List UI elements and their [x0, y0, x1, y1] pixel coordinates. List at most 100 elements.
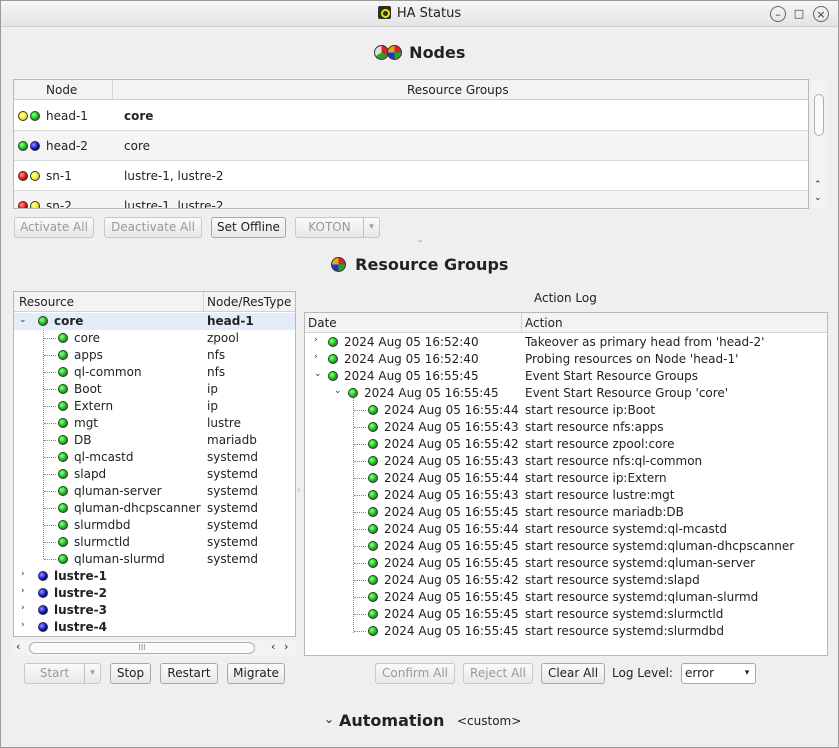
tree-resource-row[interactable]: qluman-dhcpscanner systemd [14, 500, 295, 517]
nodes-table-row[interactable]: head-1 core [14, 101, 808, 131]
automation-value: <custom> [457, 714, 522, 728]
node-status-icon [18, 141, 28, 151]
log-entry[interactable]: 2024 Aug 05 16:55:45 start resource syste… [305, 606, 827, 623]
resource-column-header[interactable]: Resource [19, 295, 74, 309]
tree-resource-row[interactable]: slurmdbd systemd [14, 517, 295, 534]
tree-resource-row[interactable]: DB mariadb [14, 432, 295, 449]
tree-group-row[interactable]: › lustre-4 [14, 619, 295, 636]
tree-resource-row[interactable]: Extern ip [14, 398, 295, 415]
log-date: 2024 Aug 05 16:55:44 [384, 471, 519, 485]
restart-button[interactable]: Restart [160, 663, 218, 684]
log-entry[interactable]: 2024 Aug 05 16:55:45 start resource syste… [305, 555, 827, 572]
resource-type: systemd [207, 501, 258, 515]
tree-resource-row[interactable]: core zpool [14, 330, 295, 347]
scroll-up-icon[interactable]: ⌃ [814, 180, 822, 190]
chevron-down-icon[interactable]: ⌄ [324, 712, 334, 726]
tree-resource-row[interactable]: slurmctld systemd [14, 534, 295, 551]
status-icon [58, 469, 68, 479]
minimize-button[interactable]: – [770, 6, 786, 22]
splitter-handle[interactable]: ⌃ [417, 239, 424, 248]
maximize-button[interactable]: □ [791, 6, 807, 22]
scroll-right-icon[interactable]: › [284, 640, 288, 653]
log-entry[interactable]: 2024 Aug 05 16:55:45 start resource maria… [305, 504, 827, 521]
log-entry[interactable]: 2024 Aug 05 16:55:43 start resource nfs:a… [305, 419, 827, 436]
stop-button[interactable]: Stop [110, 663, 151, 684]
nodes-table: Node Resource Groups head-1 core head-2 cor… [13, 79, 809, 209]
node-status-icon [30, 141, 40, 151]
resource-name: ql-common [74, 365, 142, 379]
status-icon [38, 588, 48, 598]
log-entry[interactable]: › 2024 Aug 05 16:52:40 Takeover as primary… [305, 334, 827, 351]
log-action: start resource lustre:mgt [525, 488, 675, 502]
koton-combo[interactable]: KOTON ▾ [295, 217, 380, 238]
action-column-header[interactable]: Action [525, 316, 563, 330]
start-combo[interactable]: Start ▾ [24, 663, 101, 684]
activate-all-button[interactable]: Activate All [14, 217, 94, 238]
tree-group-row[interactable]: › lustre-2 [14, 585, 295, 602]
tree-resource-row[interactable]: apps nfs [14, 347, 295, 364]
confirm-all-button[interactable]: Confirm All [375, 663, 455, 684]
nodes-scrollbar[interactable]: ⌃ ⌄ [811, 80, 827, 208]
collapse-icon[interactable]: ⌄ [314, 369, 322, 379]
expand-icon[interactable]: › [21, 586, 25, 596]
expand-icon[interactable]: › [314, 335, 318, 345]
resource-tree-hscrollbar[interactable]: ‹ III ‹ › [13, 640, 296, 656]
nodes-table-row[interactable]: sn-2 lustre-1, lustre-2 [14, 191, 808, 208]
tree-resource-row[interactable]: Boot ip [14, 381, 295, 398]
vertical-splitter-handle[interactable]: ‹ [297, 485, 300, 494]
log-entry[interactable]: 2024 Aug 05 16:55:42 start resource zpool… [305, 436, 827, 453]
tree-resource-row[interactable]: ql-mcastd systemd [14, 449, 295, 466]
status-icon [328, 354, 338, 364]
nodes-table-row[interactable]: head-2 core [14, 131, 808, 161]
log-entry[interactable]: ⌄ 2024 Aug 05 16:55:45 Event Start Resourc… [305, 368, 827, 385]
nodes-globe-icon [386, 45, 402, 60]
scroll-left-icon[interactable]: ‹ [16, 640, 20, 653]
nodes-table-row[interactable]: sn-1 lustre-1, lustre-2 [14, 161, 808, 191]
expand-icon[interactable]: › [21, 603, 25, 613]
nodes-scroll-thumb[interactable] [814, 94, 824, 136]
log-entry[interactable]: 2024 Aug 05 16:55:45 start resource syste… [305, 623, 827, 640]
tree-resource-row[interactable]: ql-common nfs [14, 364, 295, 381]
reject-all-button[interactable]: Reject All [463, 663, 533, 684]
resource-name: core [74, 331, 100, 345]
log-date: 2024 Aug 05 16:55:44 [384, 403, 519, 417]
tree-resource-row[interactable]: qluman-server systemd [14, 483, 295, 500]
tree-resource-row[interactable]: mgt lustre [14, 415, 295, 432]
set-offline-button[interactable]: Set Offline [211, 217, 286, 238]
date-column-header[interactable]: Date [308, 316, 337, 330]
node-column-header[interactable]: Node [46, 83, 77, 97]
log-entry[interactable]: ⌄ 2024 Aug 05 16:55:45 Event Start Resourc… [305, 385, 827, 402]
tree-group-core[interactable]: ⌄ core head-1 [14, 313, 295, 330]
log-entry[interactable]: 2024 Aug 05 16:55:42 start resource syste… [305, 572, 827, 589]
deactivate-all-button[interactable]: Deactivate All [104, 217, 202, 238]
log-entry[interactable]: › 2024 Aug 05 16:52:40 Probing resources o… [305, 351, 827, 368]
scroll-left-icon[interactable]: ‹ [271, 640, 275, 653]
log-level-select[interactable]: error ▾ [681, 663, 756, 684]
close-button[interactable]: × [813, 6, 829, 22]
log-entry[interactable]: 2024 Aug 05 16:55:43 start resource lustr… [305, 487, 827, 504]
tree-group-row[interactable]: › lustre-3 [14, 602, 295, 619]
hscroll-thumb[interactable]: III [29, 642, 255, 654]
expand-icon[interactable]: › [21, 569, 25, 579]
scroll-down-icon[interactable]: ⌄ [814, 193, 822, 203]
clear-all-button[interactable]: Clear All [541, 663, 605, 684]
log-entry[interactable]: 2024 Aug 05 16:55:44 start resource syste… [305, 521, 827, 538]
status-icon [58, 350, 68, 360]
expand-icon[interactable]: › [314, 352, 318, 362]
expand-icon[interactable]: › [21, 620, 25, 630]
resource-groups-column-header[interactable]: Resource Groups [407, 83, 509, 97]
collapse-icon[interactable]: ⌄ [334, 386, 342, 396]
automation-section[interactable]: ⌄ Automation <custom> [1, 710, 838, 732]
log-entry[interactable]: 2024 Aug 05 16:55:44 start resource ip:Bo… [305, 402, 827, 419]
tree-resource-row[interactable]: qluman-slurmd systemd [14, 551, 295, 568]
log-entry[interactable]: 2024 Aug 05 16:55:45 start resource syste… [305, 538, 827, 555]
node-restype-column-header[interactable]: Node/ResType [207, 295, 291, 309]
tree-resource-row[interactable]: slapd systemd [14, 466, 295, 483]
tree-group-row[interactable]: › lustre-1 [14, 568, 295, 585]
log-entry[interactable]: 2024 Aug 05 16:55:44 start resource ip:Ex… [305, 470, 827, 487]
log-entry[interactable]: 2024 Aug 05 16:55:43 start resource nfs:q… [305, 453, 827, 470]
expand-icon[interactable]: ⌄ [19, 315, 27, 325]
migrate-button[interactable]: Migrate [227, 663, 285, 684]
log-entry[interactable]: 2024 Aug 05 16:55:45 start resource syste… [305, 589, 827, 606]
resource-type: nfs [207, 348, 226, 362]
